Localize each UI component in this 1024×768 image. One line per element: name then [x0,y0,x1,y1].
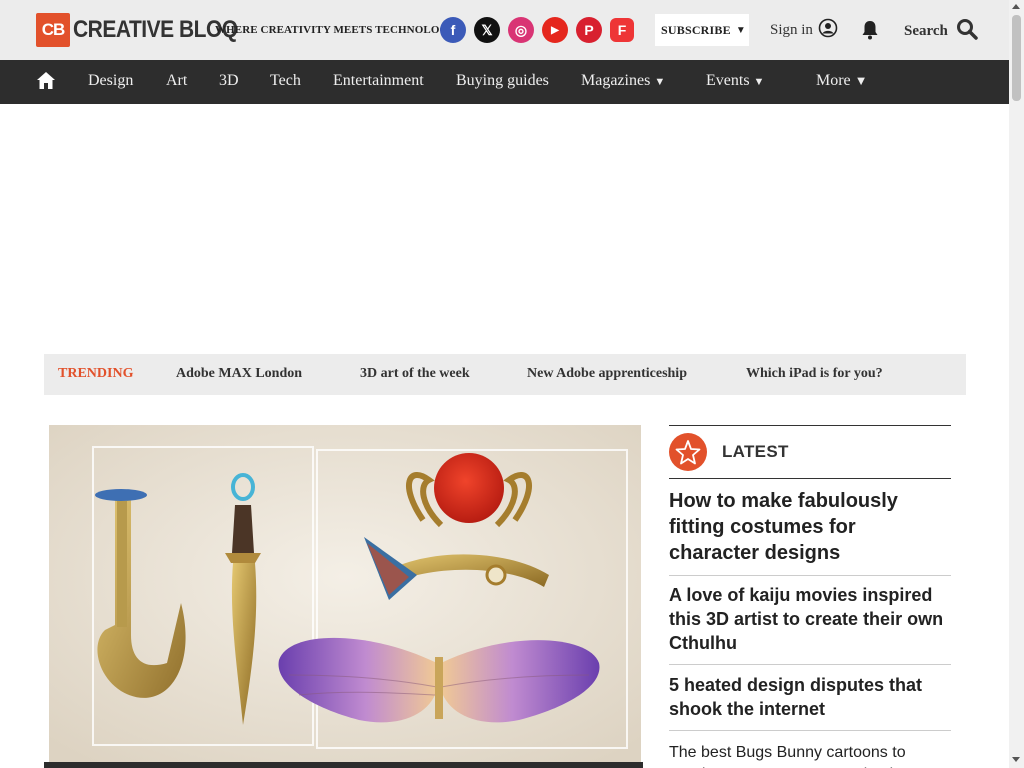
trending-bar: TRENDING Adobe MAX London 3D art of the … [44,354,966,395]
nav-item-3d[interactable]: 3D [219,72,239,90]
hero-image[interactable] [49,425,641,762]
x-twitter-icon[interactable]: 𝕏 [474,17,500,43]
nav-item-more[interactable]: More ▼ [816,72,868,90]
facebook-icon[interactable]: f [440,17,466,43]
chevron-down-icon: ▼ [654,76,666,88]
search-button[interactable]: Search [904,18,978,45]
instagram-icon[interactable]: ◎ [508,17,534,43]
trending-link[interactable]: 3D art of the week [360,366,470,382]
notifications-bell-icon[interactable] [861,19,879,46]
nav-item-design[interactable]: Design [88,72,133,90]
logo-badge: CB [36,13,70,47]
trending-link[interactable]: Adobe MAX London [176,366,302,382]
page-scrollbar[interactable] [1009,0,1024,768]
latest-header: LATEST [669,425,951,479]
search-icon [948,18,978,45]
pinterest-icon[interactable]: P [576,17,602,43]
site-tagline: WHERE CREATIVITY MEETS TECHNOLOGY [215,24,443,36]
logo-wordmark: CREATIVE BLOQ [73,16,238,43]
signin-button[interactable]: Sign in [770,18,838,43]
latest-news-panel: LATEST How to make fabulously fitting co… [669,425,951,768]
latest-article-link[interactable]: A love of kaiju movies inspired this 3D … [669,576,951,665]
youtube-icon[interactable]: ▶ [542,17,568,43]
trending-label: TRENDING [58,366,134,381]
signin-label: Sign in [770,22,813,38]
nav-item-magazines-label: Magazines [581,72,651,89]
latest-article-link[interactable]: 5 heated design disputes that shook the … [669,665,951,731]
scrollbar-thumb[interactable] [1012,15,1021,101]
nav-item-events-label: Events [706,72,750,89]
main-nav: Design Art 3D Tech Entertainment Buying … [0,60,1009,104]
chevron-down-icon: ▼ [753,76,765,88]
subscribe-button[interactable]: SUBSCRIBE ▼ [655,14,749,46]
nav-item-tech[interactable]: Tech [270,72,301,90]
social-links: f 𝕏 ◎ ▶ P F [440,17,634,43]
chevron-down-icon: ▼ [735,24,746,36]
site-logo[interactable]: CB CREATIVE BLOQ [36,13,238,47]
nav-item-art[interactable]: Art [166,72,187,90]
scroll-up-icon[interactable] [1012,4,1020,9]
star-icon [669,433,707,471]
nav-item-magazines[interactable]: Magazines ▼ [581,72,665,90]
home-icon[interactable] [36,71,56,95]
scroll-down-icon[interactable] [1012,757,1020,762]
nav-item-events[interactable]: Events ▼ [706,72,764,90]
costume-props-artwork [49,425,641,762]
caret-down-icon: ▼ [854,73,868,88]
search-label: Search [904,23,948,39]
nav-item-buying-guides[interactable]: Buying guides [456,72,549,90]
latest-article-link[interactable]: The best Bugs Bunny cartoons to watch on… [669,731,951,768]
latest-title: LATEST [722,442,789,461]
nav-item-entertainment[interactable]: Entertainment [333,72,424,90]
user-icon [818,18,838,43]
latest-article-link[interactable]: How to make fabulously fitting costumes … [669,479,951,576]
flipboard-icon[interactable]: F [610,18,634,42]
trending-link[interactable]: Which iPad is for you? [746,366,883,382]
trending-link[interactable]: New Adobe apprenticeship [527,366,687,382]
nav-item-more-label: More [816,72,851,89]
hero-caption-bar [44,762,643,768]
subscribe-label: SUBSCRIBE [661,22,731,37]
site-header: CB CREATIVE BLOQ WHERE CREATIVITY MEETS … [0,0,1009,60]
